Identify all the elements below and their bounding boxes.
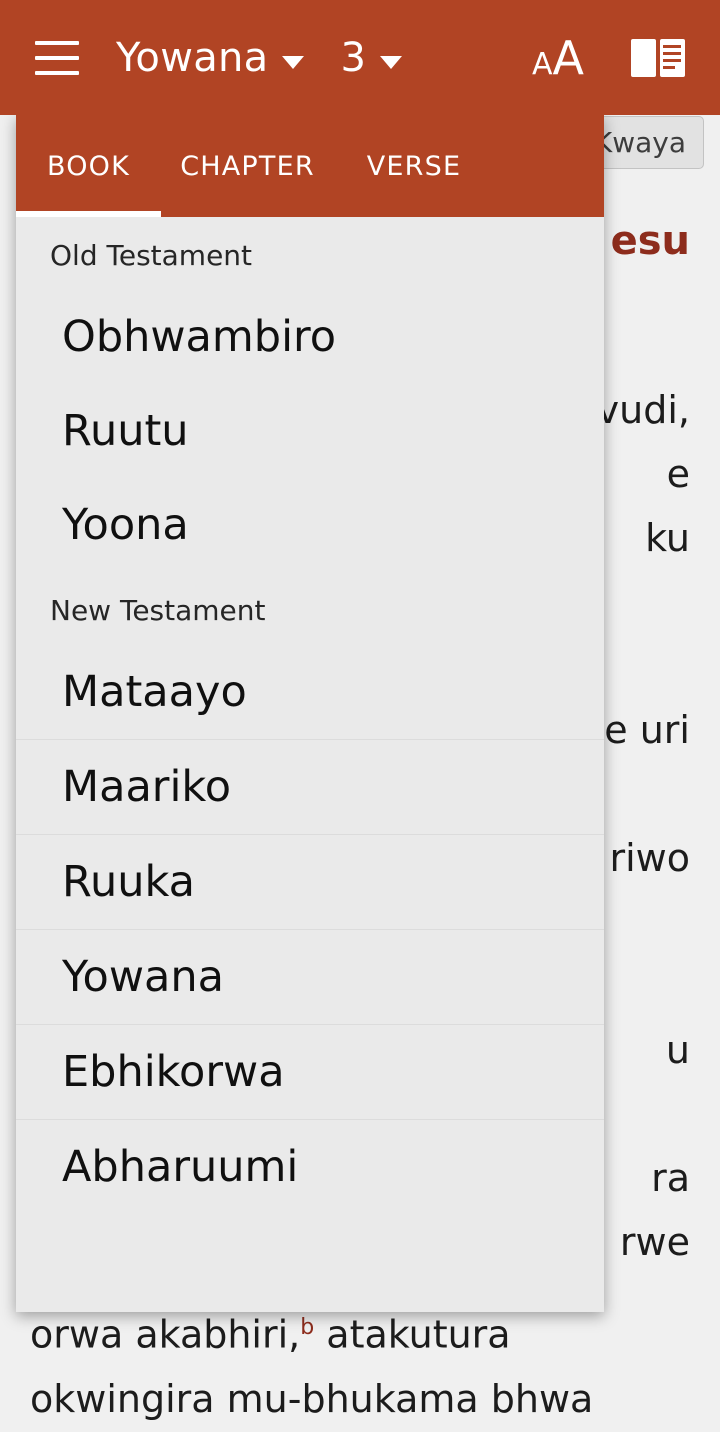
list-item-mataayo[interactable]: Mataayo: [16, 645, 604, 739]
tab-book[interactable]: BOOK: [16, 115, 161, 217]
passage-tail-prefix: orwa akabhiri,: [30, 1312, 301, 1357]
tab-verse[interactable]: VERSE: [334, 115, 494, 217]
font-size-icon-small-a: A: [532, 46, 553, 82]
list-item-ruutu[interactable]: Ruutu: [16, 384, 604, 478]
chevron-down-icon-book[interactable]: [282, 56, 305, 69]
font-size-icon[interactable]: AA: [532, 35, 584, 81]
book-picker-dropdown: BOOK CHAPTER VERSE Old Testament Obhwamb…: [16, 115, 604, 1312]
passage-tail: orwa akabhiri,b atakutura okwingira mu-b…: [0, 1296, 720, 1431]
chapter-selector-label[interactable]: 3: [340, 35, 365, 81]
list-item-abharuumi[interactable]: Abharuumi: [16, 1119, 604, 1214]
hamburger-icon[interactable]: [26, 27, 88, 89]
list-item-yowana[interactable]: Yowana: [16, 929, 604, 1024]
open-book-icon[interactable]: [630, 36, 686, 80]
list-item-ruuka[interactable]: Ruuka: [16, 834, 604, 929]
book-list[interactable]: Old Testament Obhwambiro Ruutu Yoona New…: [16, 217, 604, 1312]
app-bar: Yowana 3 AA: [0, 0, 720, 115]
tab-chapter[interactable]: CHAPTER: [161, 115, 334, 217]
list-item-ebhikorwa[interactable]: Ebhikorwa: [16, 1024, 604, 1119]
picker-tabs: BOOK CHAPTER VERSE: [16, 115, 604, 217]
footnote-marker[interactable]: b: [300, 1315, 314, 1340]
passage-tail-rest: atakutura: [314, 1312, 511, 1357]
section-header-old-testament: Old Testament: [50, 239, 253, 272]
list-item-maariko[interactable]: Maariko: [16, 739, 604, 834]
list-item-obhwambiro[interactable]: Obhwambiro: [16, 290, 604, 384]
list-item-yoona[interactable]: Yoona: [16, 478, 604, 572]
section-header-new-testament: New Testament: [50, 594, 266, 628]
book-selector-label[interactable]: Yowana: [116, 35, 268, 81]
font-size-icon-big-a: A: [552, 30, 584, 85]
passage-tail-line2: okwingira mu-bhukama bhwa: [30, 1376, 594, 1421]
chevron-down-icon-chapter[interactable]: [379, 56, 402, 69]
